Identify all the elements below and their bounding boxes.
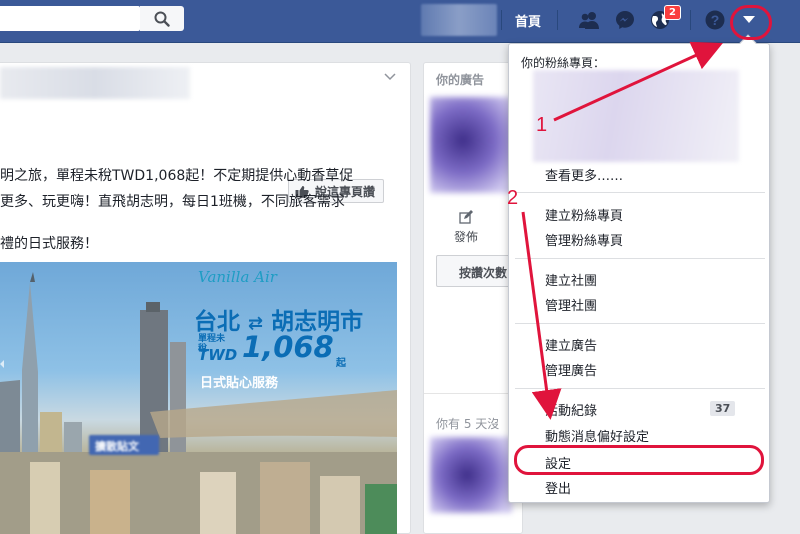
- ad-fare-amount: 1,068: [242, 330, 334, 364]
- profile-link-blurred[interactable]: [421, 4, 497, 36]
- create-page-item[interactable]: 建立粉絲專頁: [545, 205, 623, 224]
- highlight-settings-ring: [514, 445, 764, 475]
- post-text-line: 更多、玩更嗨！直飛胡志明，每日1班機，不同旅客需求: [0, 194, 345, 210]
- edit-icon: [459, 210, 473, 224]
- ad-thumbnail-blurred[interactable]: [430, 437, 512, 513]
- annotation-step-2: 2: [507, 187, 519, 209]
- annotation-step-1: 1: [536, 114, 548, 136]
- page-list-blurred[interactable]: [533, 70, 739, 162]
- search-icon: [154, 11, 170, 27]
- help-icon[interactable]: ?: [703, 8, 727, 32]
- search-button[interactable]: [140, 6, 184, 31]
- activity-log-item[interactable]: 活動紀錄: [545, 400, 597, 419]
- ad-thumbnail-blurred[interactable]: [430, 97, 512, 193]
- highlight-caret-ring: [730, 5, 772, 40]
- news-feed-preferences-item[interactable]: 動態消息偏好設定: [545, 426, 649, 445]
- ad-creative-image[interactable]: Vanilla Air 台北 ⇄ 胡志明市 單程未稅 TWD 1,068 起 日…: [0, 262, 397, 534]
- manage-ads-item[interactable]: 管理廣告: [545, 360, 597, 379]
- ad-brand: Vanilla Air: [198, 268, 277, 286]
- publish-button[interactable]: 發佈: [454, 210, 478, 245]
- post-text-line: 明之旅，單程未稅TWD1,068起！不定期提供心動香草促: [0, 168, 354, 184]
- see-more-link[interactable]: 查看更多……: [545, 165, 623, 184]
- ad-fare-suffix: 起: [336, 358, 346, 369]
- chevron-down-icon[interactable]: [384, 73, 396, 81]
- home-link[interactable]: 首頁: [515, 11, 541, 30]
- ad-route-from: 台北: [194, 309, 240, 335]
- notification-badge: 2: [664, 5, 681, 20]
- ads-note: 你有 5 天沒: [436, 417, 500, 431]
- create-group-item[interactable]: 建立社團: [545, 270, 597, 289]
- your-pages-heading: 你的粉絲專頁：: [521, 56, 606, 70]
- post-author-blurred: [0, 67, 190, 99]
- post-text-line: 禮的日式服務！: [0, 236, 98, 252]
- friends-icon[interactable]: [577, 8, 601, 32]
- manage-groups-item[interactable]: 管理社團: [545, 295, 597, 314]
- top-navigation-bar: 首頁 2 ?: [0, 0, 800, 43]
- promote-post-button[interactable]: 擴散貼文: [89, 435, 159, 455]
- ads-title: 你的廣告: [436, 73, 485, 87]
- publish-label: 發佈: [454, 230, 479, 244]
- logout-item[interactable]: 登出: [545, 478, 571, 497]
- activity-count-badge: 37: [710, 401, 736, 416]
- account-dropdown-menu: 你的粉絲專頁： 查看更多…… 建立粉絲專頁 管理粉絲專頁 建立社團 管理社團 建…: [508, 34, 770, 503]
- search-input[interactable]: [0, 6, 140, 31]
- ad-service: 日式貼心服務: [200, 376, 279, 391]
- svg-text:?: ?: [711, 12, 720, 28]
- create-ads-item[interactable]: 建立廣告: [545, 335, 597, 354]
- messenger-icon[interactable]: [613, 8, 637, 32]
- ad-fare-prefix-2: TWD: [198, 346, 238, 364]
- manage-pages-item[interactable]: 管理粉絲專頁: [545, 230, 623, 249]
